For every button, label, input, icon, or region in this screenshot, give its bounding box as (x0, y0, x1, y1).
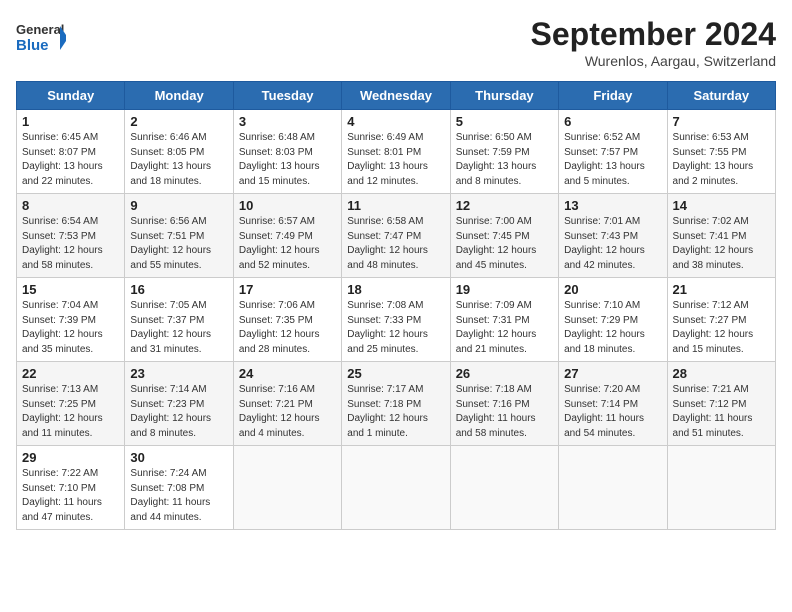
day-info: Sunrise: 6:50 AMSunset: 7:59 PMDaylight:… (456, 132, 537, 187)
logo-svg: General Blue (16, 16, 66, 58)
day-number: 2 (130, 114, 227, 129)
page-subtitle: Wurenlos, Aargau, Switzerland (531, 53, 776, 69)
day-number: 14 (673, 198, 770, 213)
page-header: General Blue September 2024 Wurenlos, Aa… (16, 16, 776, 69)
day-info: Sunrise: 6:48 AMSunset: 8:03 PMDaylight:… (239, 132, 320, 187)
day-info: Sunrise: 7:04 AMSunset: 7:39 PMDaylight:… (22, 300, 103, 355)
col-saturday: Saturday (667, 82, 775, 110)
day-number: 27 (564, 366, 661, 381)
day-number: 20 (564, 282, 661, 297)
day-info: Sunrise: 7:16 AMSunset: 7:21 PMDaylight:… (239, 384, 320, 439)
day-number: 1 (22, 114, 119, 129)
day-number: 13 (564, 198, 661, 213)
day-info: Sunrise: 7:18 AMSunset: 7:16 PMDaylight:… (456, 384, 536, 439)
day-number: 22 (22, 366, 119, 381)
day-info: Sunrise: 7:13 AMSunset: 7:25 PMDaylight:… (22, 384, 103, 439)
day-number: 17 (239, 282, 336, 297)
day-number: 15 (22, 282, 119, 297)
day-number: 30 (130, 450, 227, 465)
day-number: 5 (456, 114, 553, 129)
day-number: 10 (239, 198, 336, 213)
col-friday: Friday (559, 82, 667, 110)
day-number: 6 (564, 114, 661, 129)
day-number: 4 (347, 114, 444, 129)
day-info: Sunrise: 7:22 AMSunset: 7:10 PMDaylight:… (22, 468, 102, 523)
title-section: September 2024 Wurenlos, Aargau, Switzer… (531, 16, 776, 69)
day-number: 21 (673, 282, 770, 297)
day-info: Sunrise: 6:49 AMSunset: 8:01 PMDaylight:… (347, 132, 428, 187)
svg-text:Blue: Blue (16, 37, 49, 54)
day-info: Sunrise: 7:12 AMSunset: 7:27 PMDaylight:… (673, 300, 754, 355)
day-info: Sunrise: 7:05 AMSunset: 7:37 PMDaylight:… (130, 300, 211, 355)
day-number: 29 (22, 450, 119, 465)
day-info: Sunrise: 7:09 AMSunset: 7:31 PMDaylight:… (456, 300, 537, 355)
day-info: Sunrise: 7:00 AMSunset: 7:45 PMDaylight:… (456, 216, 537, 271)
day-info: Sunrise: 6:53 AMSunset: 7:55 PMDaylight:… (673, 132, 754, 187)
day-number: 11 (347, 198, 444, 213)
page-title: September 2024 (531, 16, 776, 53)
day-number: 16 (130, 282, 227, 297)
logo: General Blue (16, 16, 66, 58)
calendar-header-row: Sunday Monday Tuesday Wednesday Thursday… (17, 82, 776, 110)
calendar-table: Sunday Monday Tuesday Wednesday Thursday… (16, 81, 776, 530)
day-info: Sunrise: 7:01 AMSunset: 7:43 PMDaylight:… (564, 216, 645, 271)
day-number: 3 (239, 114, 336, 129)
day-number: 12 (456, 198, 553, 213)
day-number: 25 (347, 366, 444, 381)
col-wednesday: Wednesday (342, 82, 450, 110)
day-info: Sunrise: 6:52 AMSunset: 7:57 PMDaylight:… (564, 132, 645, 187)
col-sunday: Sunday (17, 82, 125, 110)
day-number: 8 (22, 198, 119, 213)
day-number: 28 (673, 366, 770, 381)
day-number: 7 (673, 114, 770, 129)
day-info: Sunrise: 7:17 AMSunset: 7:18 PMDaylight:… (347, 384, 428, 439)
day-number: 26 (456, 366, 553, 381)
svg-text:General: General (16, 22, 64, 37)
day-number: 9 (130, 198, 227, 213)
day-info: Sunrise: 7:20 AMSunset: 7:14 PMDaylight:… (564, 384, 644, 439)
day-info: Sunrise: 6:46 AMSunset: 8:05 PMDaylight:… (130, 132, 211, 187)
col-thursday: Thursday (450, 82, 558, 110)
day-info: Sunrise: 6:58 AMSunset: 7:47 PMDaylight:… (347, 216, 428, 271)
day-number: 18 (347, 282, 444, 297)
day-info: Sunrise: 7:21 AMSunset: 7:12 PMDaylight:… (673, 384, 753, 439)
col-tuesday: Tuesday (233, 82, 341, 110)
day-info: Sunrise: 7:02 AMSunset: 7:41 PMDaylight:… (673, 216, 754, 271)
day-info: Sunrise: 6:57 AMSunset: 7:49 PMDaylight:… (239, 216, 320, 271)
day-number: 24 (239, 366, 336, 381)
day-info: Sunrise: 7:06 AMSunset: 7:35 PMDaylight:… (239, 300, 320, 355)
day-info: Sunrise: 7:10 AMSunset: 7:29 PMDaylight:… (564, 300, 645, 355)
day-info: Sunrise: 6:56 AMSunset: 7:51 PMDaylight:… (130, 216, 211, 271)
col-monday: Monday (125, 82, 233, 110)
day-info: Sunrise: 6:54 AMSunset: 7:53 PMDaylight:… (22, 216, 103, 271)
day-number: 19 (456, 282, 553, 297)
day-info: Sunrise: 7:08 AMSunset: 7:33 PMDaylight:… (347, 300, 428, 355)
day-info: Sunrise: 7:14 AMSunset: 7:23 PMDaylight:… (130, 384, 211, 439)
day-info: Sunrise: 6:45 AMSunset: 8:07 PMDaylight:… (22, 132, 103, 187)
day-number: 23 (130, 366, 227, 381)
day-info: Sunrise: 7:24 AMSunset: 7:08 PMDaylight:… (130, 468, 210, 523)
